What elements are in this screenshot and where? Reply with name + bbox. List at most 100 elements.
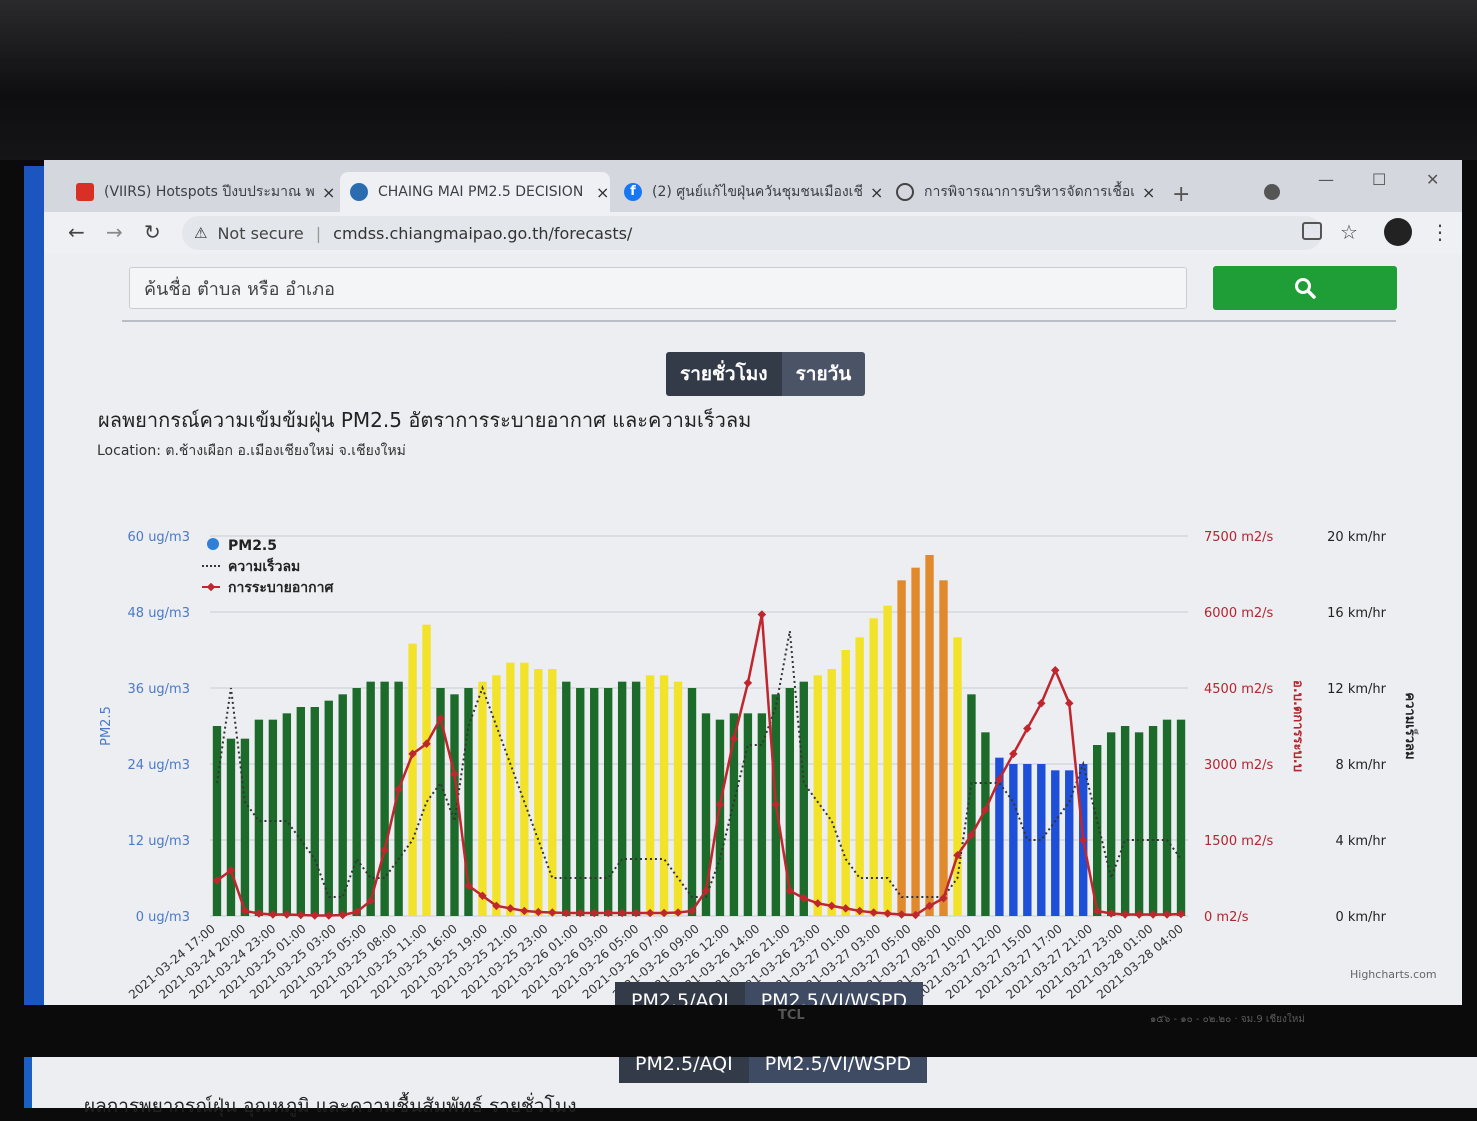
highcharts-credit[interactable]: Highcharts.com [1350, 968, 1437, 981]
pm25-bar [1106, 732, 1116, 916]
toggle-daily[interactable]: รายวัน [781, 352, 866, 396]
site-logo-icon [350, 183, 368, 201]
pm25-bar [687, 688, 697, 916]
facebook-icon: f [624, 183, 642, 201]
menu-icon[interactable]: ⋮ [1430, 220, 1450, 244]
toggle-hourly[interactable]: รายชั่วโมง [666, 352, 782, 396]
pm25-bar [520, 662, 529, 916]
maximize-button[interactable]: ☐ [1372, 170, 1386, 189]
pm25-bar [338, 694, 347, 916]
pm25-bar [883, 605, 892, 916]
pm25-bar [296, 707, 306, 916]
close-icon[interactable]: × [870, 183, 883, 202]
lower-page-title: ผลการพยากรณ์ฝุ่น อุณหภูมิ และความชื้นสัม… [84, 1095, 577, 1117]
y-tick-label-pm25: 12 ug/m3 [128, 834, 190, 849]
search-button[interactable] [1213, 266, 1397, 310]
y-tick-label-ventilation: 1500 m2/s [1204, 834, 1274, 849]
y-tick-label-wind: 20 km/hr [1327, 530, 1386, 545]
lower-tab-pm25-aqi[interactable]: PM2.5/AQI [619, 1055, 749, 1083]
pm25-bar [1009, 764, 1018, 916]
page-content: ค้นชื่อ ตำบล หรือ อำเภอ รายชั่วโมง รายวั… [44, 254, 1462, 1005]
pm25-bar [603, 688, 613, 916]
close-icon[interactable]: × [322, 183, 335, 202]
translate-icon[interactable] [1302, 222, 1322, 240]
location-label: Location: ต.ช้างเผือก อ.เมืองเชียงใหม่ จ… [97, 443, 406, 459]
pm25-bar [953, 637, 962, 916]
minimize-button[interactable]: — [1318, 170, 1334, 189]
warning-icon: ⚠ [194, 224, 208, 242]
pm25-bar [911, 567, 920, 916]
monitor-brand: TCL [778, 1008, 805, 1023]
legend-ventilation-dot [206, 582, 216, 592]
tab-viirs[interactable]: (VIIRS) Hotspots ปีงบประมาณ พ.ศ. × [66, 172, 336, 212]
ventilation-line [216, 614, 1182, 917]
tab-pm25-decision[interactable]: CHAING MAI PM2.5 DECISION S × [340, 172, 610, 212]
y-tick-label-wind: 0 km/hr [1335, 910, 1386, 925]
url-text[interactable]: cmdss.chiangmaipao.go.th/forecasts/ [333, 224, 632, 243]
bottom-tab-bar: PM2.5/AQI PM2.5/VI/WSPD [615, 982, 924, 1005]
pm25-bar [785, 688, 795, 916]
y-tick-label-ventilation: 0 m2/s [1204, 910, 1249, 925]
pm25-bar [939, 580, 948, 916]
pm25-bar [282, 713, 292, 916]
omnibox[interactable]: ⚠ Not secure | cmdss.chiangmaipao.go.th/… [182, 216, 1322, 250]
tab-facebook[interactable]: f (2) ศูนย์แก้ไขฝุ่นควันชุมชนเมืองเชียง … [614, 172, 886, 212]
close-icon[interactable]: × [596, 183, 609, 202]
back-button[interactable]: ← [68, 220, 85, 244]
y-axis-title-pm25: PM2.5 [99, 706, 114, 746]
reload-button[interactable]: ↻ [144, 220, 161, 244]
y-tick-label-pm25: 36 ug/m3 [128, 682, 190, 697]
separator: | [315, 223, 322, 243]
y-tick-label-ventilation: 4500 m2/s [1204, 682, 1274, 697]
chart-legend: PM2.5 ความเร็วลม การระบายอากาศ [202, 538, 334, 596]
legend-pm25: PM2.5 [228, 538, 277, 554]
y-tick-label-ventilation: 6000 m2/s [1204, 606, 1274, 621]
pm25-bar [631, 681, 641, 916]
pm25-bar [967, 694, 976, 916]
pm25-bar [240, 738, 250, 916]
pm25-bar [617, 681, 627, 916]
view-toggle: รายชั่วโมง รายวัน [666, 352, 866, 396]
pm25-bar [757, 713, 767, 916]
ventilation-point [1051, 666, 1060, 675]
tab-pm25-aqi[interactable]: PM2.5/AQI [615, 982, 745, 1005]
avatar[interactable] [1384, 218, 1412, 246]
search-input[interactable]: ค้นชื่อ ตำบล หรือ อำเภอ [129, 267, 1187, 309]
y-tick-label-wind: 16 km/hr [1327, 606, 1386, 621]
close-icon[interactable]: × [1142, 183, 1155, 202]
pm25-bar [590, 688, 599, 916]
pm25-bar [855, 637, 864, 916]
y-tick-label-wind: 4 km/hr [1335, 834, 1386, 849]
legend-wind: ความเร็วลม [228, 557, 300, 575]
pm25-bar [268, 719, 278, 916]
new-tab-button[interactable]: + [1172, 182, 1190, 207]
forward-button[interactable]: → [106, 220, 123, 244]
legend-pm25-marker [207, 538, 219, 550]
search-icon [1295, 278, 1316, 299]
close-window-button[interactable]: ✕ [1426, 170, 1439, 189]
map-pin-icon [76, 183, 94, 201]
pm25-bar [1162, 719, 1172, 916]
lower-tab-pm25-vi-wspd[interactable]: PM2.5/VI/WSPD [748, 1055, 928, 1083]
tab-fuel-management[interactable]: การพิจารณาการบริหารจัดการเชื้อเพลิง × [886, 172, 1156, 212]
pm25-bar [310, 707, 319, 916]
second-monitor-page: PM2.5/AQI PM2.5/VI/WSPD ผลการพยากรณ์ฝุ่น… [24, 1055, 1477, 1117]
monitor-bezel-top [0, 0, 1477, 160]
desktop-edge [24, 166, 44, 1006]
legend-ventilation: การระบายอากาศ [228, 580, 334, 596]
pm25-bar [645, 675, 655, 916]
star-icon[interactable]: ☆ [1340, 220, 1358, 244]
tab-search-icon[interactable] [1264, 184, 1280, 200]
pm25-bar [841, 650, 850, 916]
forecast-chart: 0 ug/m3 0 m2/s 0 km/hr 12 ug/m3 1500 m2/s 4 k… [99, 530, 1420, 1002]
tab-pm25-vi-wspd[interactable]: PM2.5/VI/WSPD [744, 982, 924, 1005]
y-tick-label-wind: 8 km/hr [1335, 758, 1386, 773]
pm25-bar [366, 681, 375, 916]
pm25-bar [478, 681, 487, 916]
pm25-bar [1176, 719, 1186, 916]
y-axis-title-ventilation: อ.บ.ตการระบ.บ [1290, 680, 1305, 772]
pm25-bar [492, 675, 501, 916]
y-tick-label-pm25: 24 ug/m3 [128, 758, 190, 773]
pm25-bar [380, 681, 389, 916]
ventilation-point [1065, 698, 1074, 708]
